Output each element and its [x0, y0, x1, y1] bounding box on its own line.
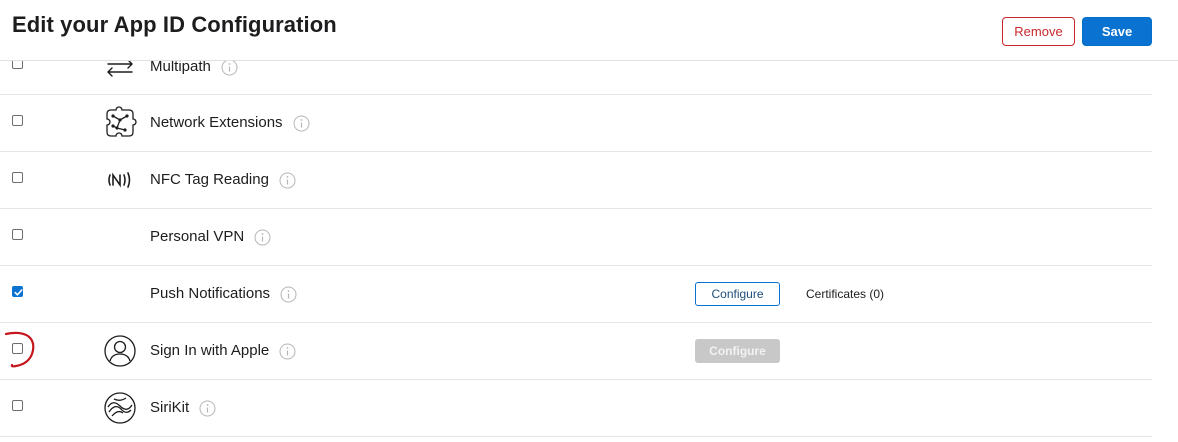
info-icon[interactable] [199, 400, 216, 417]
nfc-checkbox[interactable] [12, 172, 23, 183]
capability-row-personal-vpn: Personal VPN [0, 208, 1152, 266]
nfc-icon [108, 172, 131, 188]
info-icon[interactable] [279, 343, 296, 360]
checkmark-icon [14, 289, 23, 296]
app-id-configuration-page: Multipath Network Extensions NFC Tag Rea… [0, 0, 1178, 442]
capability-row-network-extensions: Network Extensions [0, 94, 1152, 152]
push-notifications-checkbox[interactable] [12, 286, 23, 297]
network-extensions-checkbox[interactable] [12, 115, 23, 126]
capability-label: SiriKit [150, 399, 216, 417]
info-icon[interactable] [280, 286, 297, 303]
info-icon[interactable] [221, 59, 238, 76]
sirikit-label: SiriKit [150, 399, 190, 416]
network-extensions-icon [106, 106, 137, 137]
personal-vpn-label: Personal VPN [150, 228, 245, 245]
remove-button[interactable]: Remove [1002, 17, 1075, 46]
sign-in-with-apple-label: Sign In with Apple [150, 342, 270, 359]
page-title: Edit your App ID Configuration [12, 12, 337, 37]
push-notifications-label: Push Notifications [150, 285, 271, 302]
push-notifications-configure-button[interactable]: Configure [695, 282, 780, 306]
sirikit-checkbox[interactable] [12, 400, 23, 411]
siri-icon [104, 392, 136, 424]
personal-vpn-checkbox[interactable] [12, 229, 23, 240]
info-icon[interactable] [293, 115, 310, 132]
capability-label: Network Extensions [150, 114, 310, 132]
info-icon[interactable] [254, 229, 271, 246]
certificates-count: Certificates (0) [806, 287, 885, 301]
capability-label: Sign In with Apple [150, 342, 296, 360]
red-annotation-mark [4, 331, 35, 368]
capability-label: Push Notifications [150, 285, 297, 303]
capability-row-sign-in-with-apple: Sign In with Apple Configure [0, 322, 1152, 380]
capability-row-push-notifications: Push Notifications Configure Certificate… [0, 265, 1152, 323]
nfc-label: NFC Tag Reading [150, 171, 269, 188]
sign-in-with-apple-configure-button[interactable]: Configure [695, 339, 780, 363]
save-button[interactable]: Save [1082, 17, 1152, 46]
capability-label: NFC Tag Reading [150, 171, 296, 189]
person-circle-icon [104, 335, 136, 367]
info-icon[interactable] [279, 172, 296, 189]
page-header: Edit your App ID Configuration Remove Sa… [0, 0, 1178, 61]
network-extensions-label: Network Extensions [150, 114, 283, 131]
capability-label: Personal VPN [150, 228, 271, 246]
capability-row-nfc: NFC Tag Reading [0, 151, 1152, 209]
capability-row-sirikit: SiriKit [0, 379, 1152, 437]
